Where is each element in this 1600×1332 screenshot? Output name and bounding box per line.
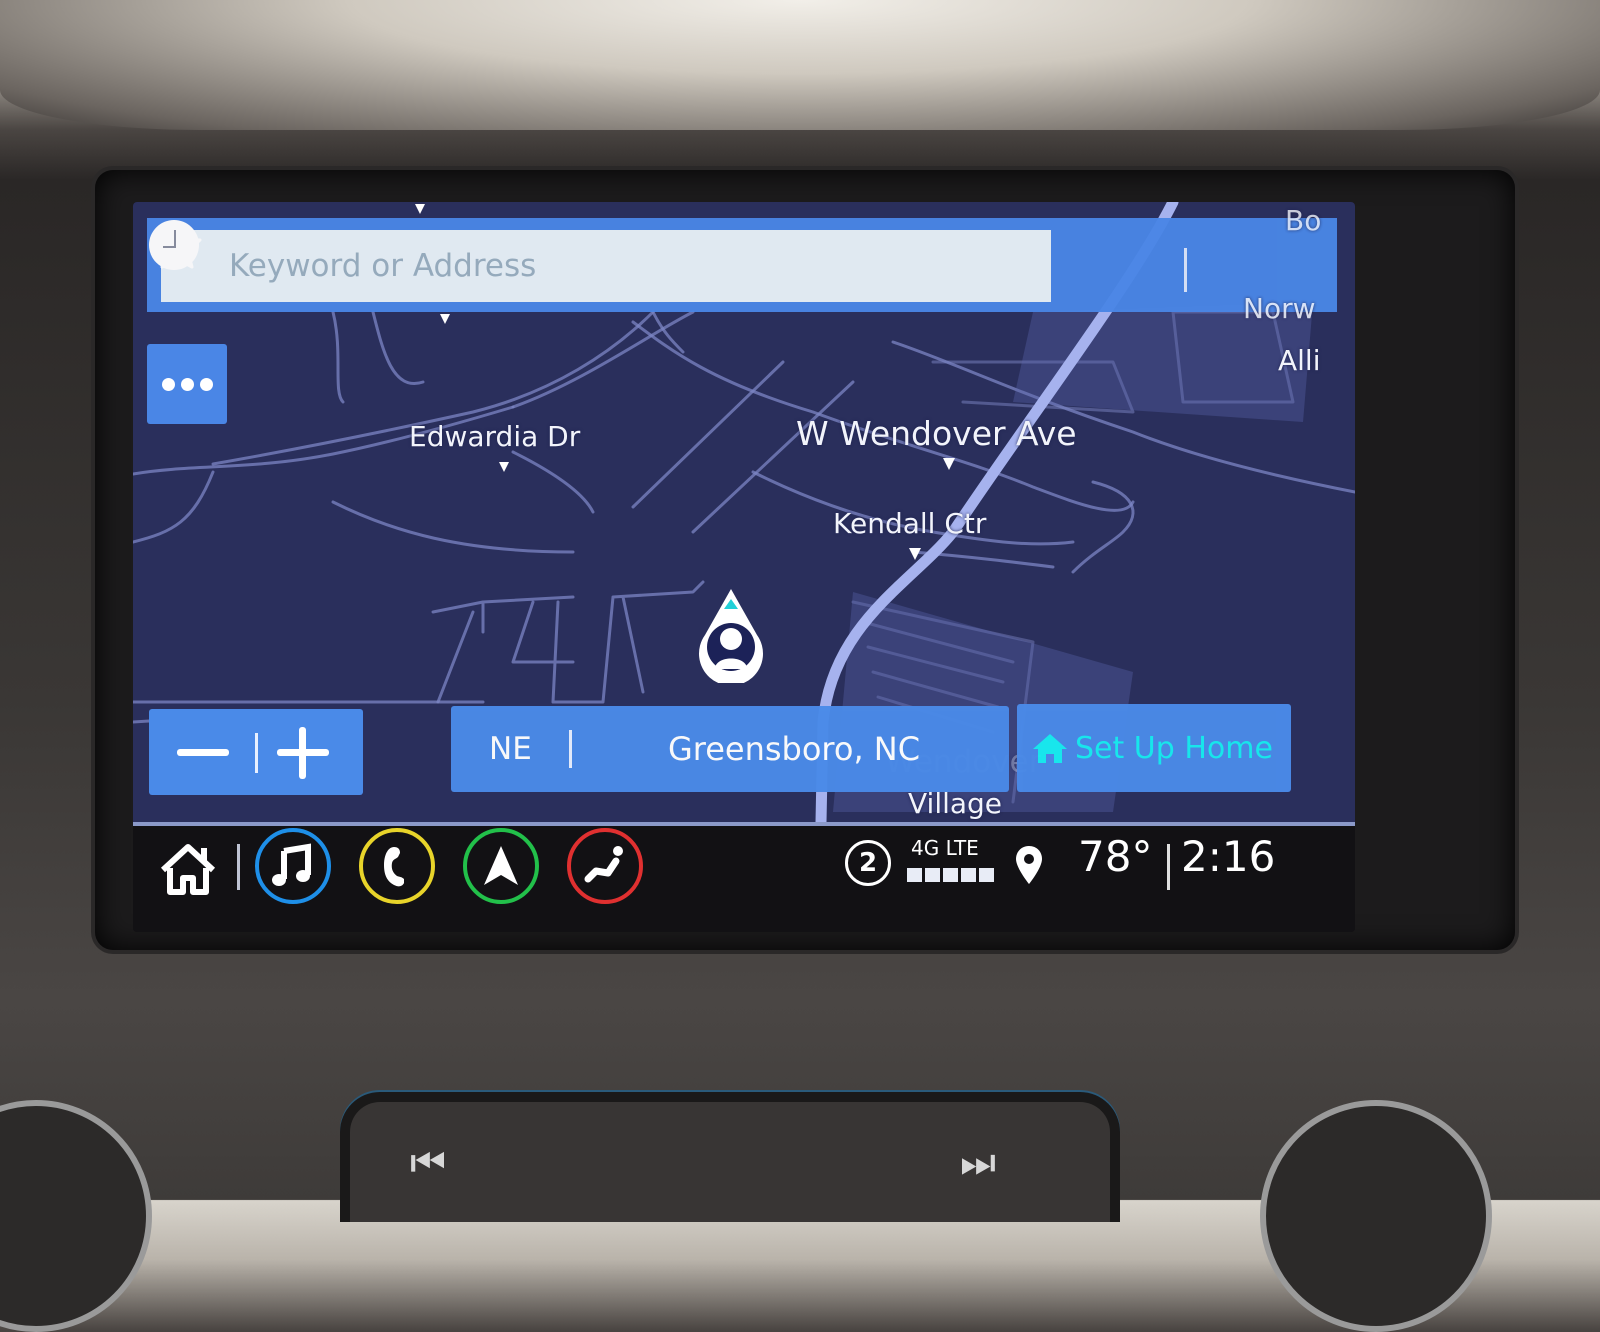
signal-bar <box>979 868 994 882</box>
home-icon <box>1033 734 1067 763</box>
control-panel <box>340 1092 1120 1222</box>
minus-icon <box>177 749 229 756</box>
search-input[interactable] <box>161 230 1051 302</box>
search-bar <box>147 218 1337 312</box>
navigation-arrow-icon <box>484 846 518 885</box>
more-options-button[interactable] <box>147 344 227 424</box>
set-up-home-button[interactable]: Set Up Home <box>1017 704 1291 792</box>
more-dot <box>180 377 194 391</box>
audio-app-button[interactable] <box>255 828 331 904</box>
more-dots-icon <box>161 377 175 391</box>
network-type: 4G LTE <box>911 836 979 860</box>
left-knob[interactable] <box>0 1100 152 1332</box>
climate-app-button[interactable] <box>567 828 643 904</box>
navigation-app-button[interactable] <box>463 828 539 904</box>
zoom-controls <box>149 709 363 795</box>
music-note-icon <box>272 843 311 886</box>
location-divider <box>569 730 572 768</box>
vehicle-position-icon <box>699 589 763 683</box>
street-label-wendover: W Wendover Ave <box>796 414 1077 453</box>
phone-app-button[interactable] <box>359 828 435 904</box>
signal-bar <box>961 868 976 882</box>
zoom-out-button[interactable] <box>149 709 255 795</box>
recent-destinations-clock-icon[interactable] <box>147 218 201 272</box>
more-dot <box>199 377 213 391</box>
seat-icon <box>584 846 623 883</box>
right-knob[interactable] <box>1260 1100 1492 1332</box>
header-divider <box>1184 248 1187 292</box>
street-label-edge-alli: Alli <box>1278 344 1321 377</box>
zoom-in-button[interactable] <box>257 709 363 795</box>
signal-strength <box>907 868 994 882</box>
location-pin-icon <box>1016 846 1042 884</box>
signal-bar <box>925 868 940 882</box>
map-view[interactable]: Edwardia Dr W Wendover Ave Kendall Ctr B… <box>133 202 1355 822</box>
infotainment-screen: Edwardia Dr W Wendover Ave Kendall Ctr B… <box>133 202 1355 932</box>
set-up-home-label: Set Up Home <box>1075 731 1273 766</box>
compass-heading: NE <box>489 731 532 767</box>
signal-bar <box>907 868 922 882</box>
street-label-kendall: Kendall Ctr <box>833 507 987 540</box>
taskbar-separator <box>237 844 240 890</box>
taskbar: 2 4G LTE 78° 2:16 <box>133 826 1355 932</box>
outside-temperature: 78° <box>1078 832 1153 881</box>
street-label-edwardia: Edwardia Dr <box>409 420 581 453</box>
next-track-button[interactable]: ⏭ <box>960 1140 996 1186</box>
dashboard-top <box>0 0 1600 130</box>
location-info[interactable]: NE Greensboro, NC <box>451 706 1009 792</box>
signal-bar <box>943 868 958 882</box>
previous-track-button[interactable]: ⏮ <box>410 1140 446 1186</box>
clock: 2:16 <box>1181 832 1276 881</box>
status-divider <box>1167 844 1170 890</box>
phone-icon <box>384 847 404 887</box>
notification-badge[interactable]: 2 <box>845 840 891 886</box>
plus-icon <box>277 727 329 779</box>
street-label-edge-bo: Bo <box>1285 204 1322 237</box>
taskbar-home-icon[interactable] <box>159 842 217 896</box>
street-label-edge-norw: Norw <box>1243 292 1316 325</box>
current-city: Greensboro, NC <box>667 730 921 768</box>
